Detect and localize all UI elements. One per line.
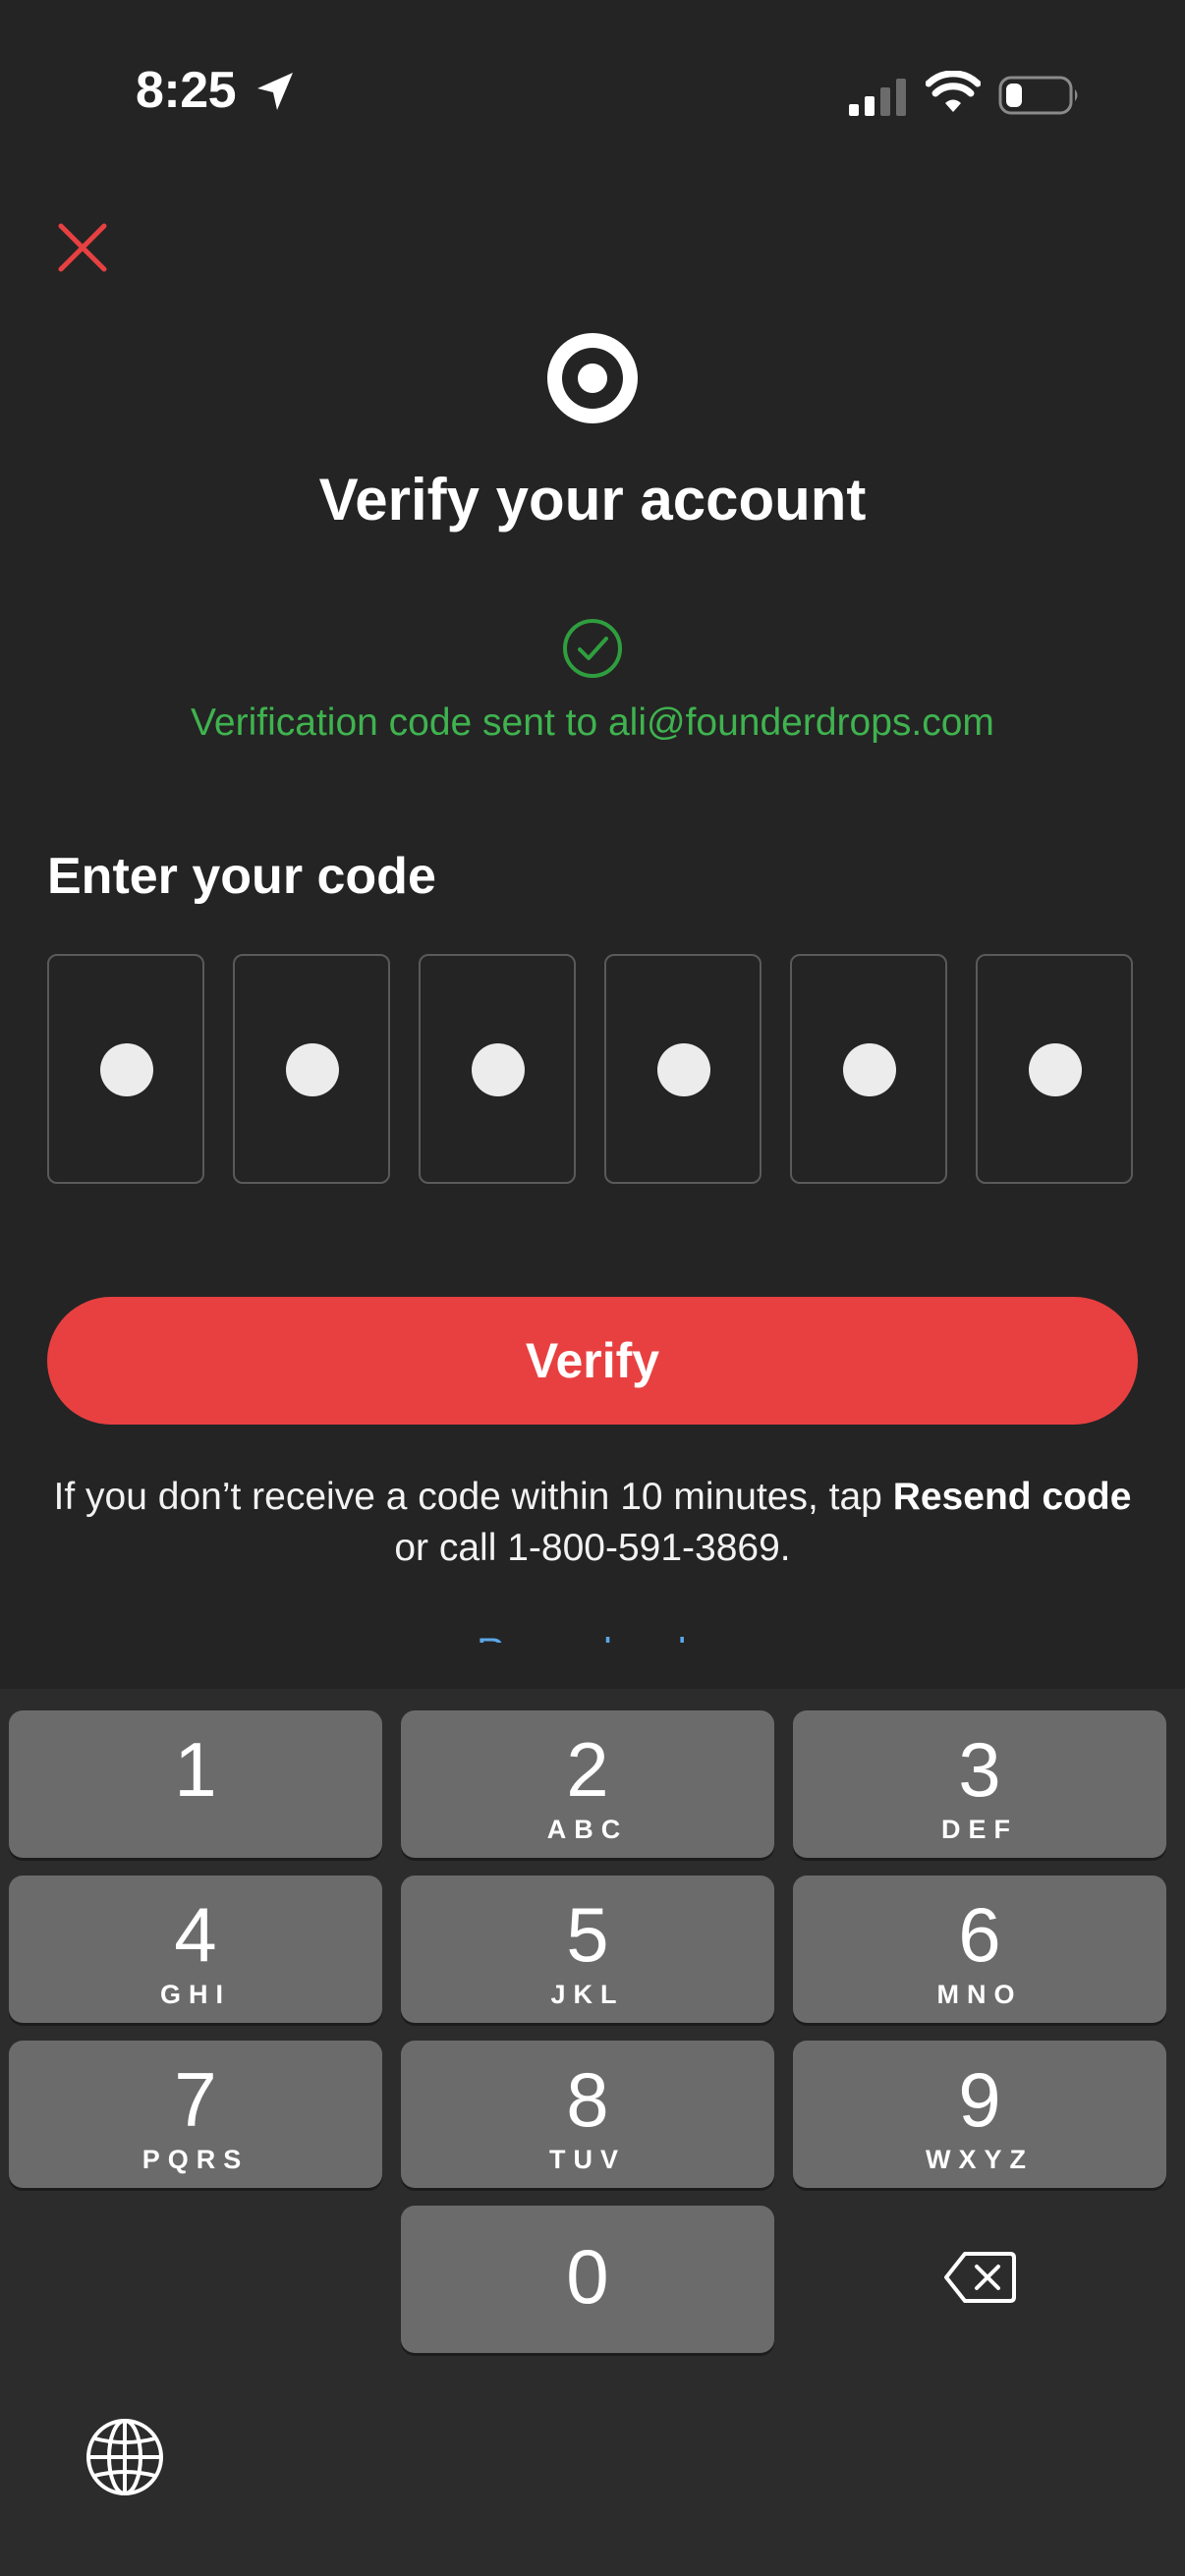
code-input-group[interactable]	[47, 954, 1138, 1188]
resend-code-label[interactable]: Resend code	[477, 1623, 708, 1643]
page-title: Verify your account	[318, 467, 867, 532]
key-1[interactable]: 1	[9, 1710, 382, 1858]
key-9[interactable]: 9 WXYZ	[793, 2041, 1166, 2188]
close-icon[interactable]	[55, 220, 110, 275]
battery-icon	[998, 76, 1078, 115]
key-digit: 8	[566, 2056, 609, 2143]
masked-digit-dot	[843, 1043, 896, 1096]
key-letters: TUV	[549, 2145, 626, 2174]
key-digit: 4	[174, 1891, 217, 1978]
key-digit: 1	[174, 1726, 217, 1813]
code-digit-box[interactable]	[233, 954, 390, 1184]
location-arrow-icon	[257, 73, 293, 110]
key-letters: DEF	[941, 1815, 1018, 1844]
key-letters: GHI	[159, 1980, 231, 2009]
masked-digit-dot	[472, 1043, 525, 1096]
key-digit: 5	[566, 1891, 609, 1978]
key-8[interactable]: 8 TUV	[401, 2041, 774, 2188]
key-digit: 6	[958, 1891, 1001, 1978]
code-digit-box[interactable]	[419, 954, 576, 1184]
key-letters: MNO	[936, 1980, 1023, 2009]
key-7[interactable]: 7 PQRS	[9, 2041, 382, 2188]
masked-digit-dot	[286, 1043, 339, 1096]
key-letters: JKL	[550, 1980, 625, 2009]
key-5[interactable]: 5 JKL	[401, 1876, 774, 2023]
key-letters: ABC	[546, 1815, 629, 1844]
key-digit: 0	[566, 2233, 609, 2320]
check-circle-icon	[563, 619, 622, 678]
key-0[interactable]: 0	[401, 2206, 774, 2353]
key-digit: 9	[958, 2056, 1001, 2143]
key-digit: 2	[566, 1726, 609, 1813]
help-text-suffix: or call 1-800-591-3869.	[394, 1527, 791, 1569]
help-text-resend-bold: Resend code	[892, 1476, 1132, 1518]
help-text-prefix: If you don’t receive a code within 10 mi…	[53, 1476, 893, 1518]
key-letters: WXYZ	[926, 2145, 1034, 2174]
cellular-signal-icon	[849, 79, 906, 116]
help-text: If you don’t receive a code within 10 mi…	[47, 1472, 1138, 1574]
masked-digit-dot	[100, 1043, 153, 1096]
key-digit: 7	[174, 2056, 217, 2143]
wifi-icon	[926, 71, 981, 112]
key-3[interactable]: 3 DEF	[793, 1710, 1166, 1858]
code-digit-box[interactable]	[976, 954, 1133, 1184]
code-label: Enter your code	[47, 848, 436, 905]
masked-digit-dot	[657, 1043, 710, 1096]
target-logo	[547, 333, 638, 423]
globe-icon[interactable]	[85, 2417, 165, 2497]
key-digit: 3	[958, 1726, 1001, 1813]
masked-digit-dot	[1029, 1043, 1082, 1096]
code-digit-box[interactable]	[604, 954, 762, 1184]
key-letters: PQRS	[141, 2145, 250, 2174]
verify-button[interactable]: Verify	[47, 1297, 1138, 1425]
backspace-icon[interactable]	[943, 2250, 1016, 2305]
key-2[interactable]: 2 ABC	[401, 1710, 774, 1858]
key-4[interactable]: 4 GHI	[9, 1876, 382, 2023]
resend-code-link[interactable]: Resend code	[0, 1623, 1185, 1643]
key-6[interactable]: 6 MNO	[793, 1876, 1166, 2023]
code-digit-box[interactable]	[47, 954, 204, 1184]
verify-account-screen: 8:25 Verify your account Verification co…	[0, 0, 1185, 2576]
code-digit-box[interactable]	[790, 954, 947, 1184]
code-sent-message: Verification code sent to ali@founderdro…	[191, 701, 994, 744]
status-time: 8:25	[136, 62, 237, 119]
